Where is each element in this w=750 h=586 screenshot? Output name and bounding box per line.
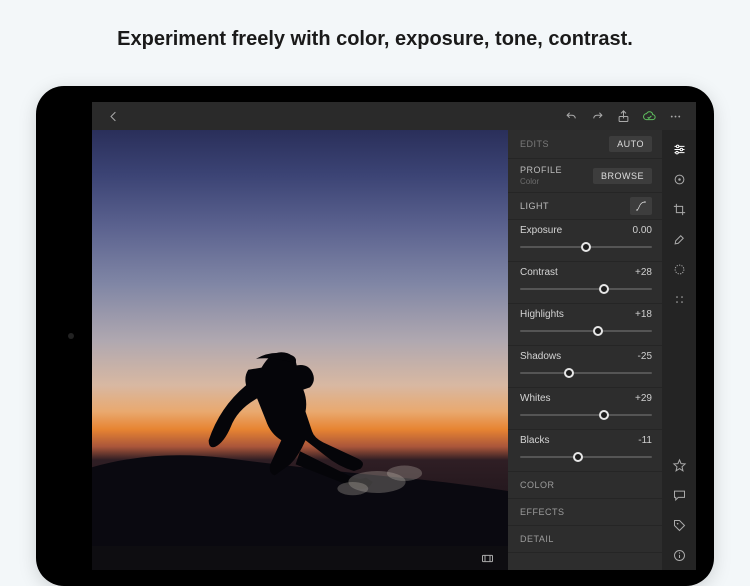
slider-shadows: Shadows -25 [508,346,662,388]
brush-tool[interactable] [666,224,692,254]
rate-tool[interactable] [666,450,692,480]
info-tool[interactable] [666,540,692,570]
edits-label: EDITS [520,139,549,149]
slider-label: Highlights [520,309,564,320]
redo-icon [590,109,605,124]
profile-row: PROFILE Color BROWSE [508,159,662,193]
photo-canvas[interactable] [92,130,508,570]
slider-contrast: Contrast +28 [508,262,662,304]
profile-label: PROFILE [520,165,562,175]
share-icon [616,109,631,124]
slider-track[interactable] [520,367,652,379]
tone-curve-icon [635,200,647,212]
adjust-tool[interactable] [666,134,692,164]
undo-icon [564,109,579,124]
slider-track[interactable] [520,283,652,295]
tool-rail [662,130,696,570]
slider-value: -11 [638,435,652,446]
slider-value: +28 [635,267,652,278]
color-section[interactable]: COLOR [508,472,662,499]
brush-icon [672,232,687,247]
slider-label: Whites [520,393,551,404]
detail-section[interactable]: DETAIL [508,526,662,553]
slider-value: +18 [635,309,652,320]
slider-label: Shadows [520,351,561,362]
back-button[interactable] [100,103,126,129]
slider-track[interactable] [520,409,652,421]
canvas-bottom-bar [92,546,508,570]
cloud-check-icon [642,109,657,124]
sync-status[interactable] [636,103,662,129]
filmstrip-toggle[interactable] [474,545,500,570]
slider-value: +29 [635,393,652,404]
comment-icon [672,488,687,503]
top-toolbar [92,102,696,130]
edits-header-row: EDITS AUTO [508,130,662,159]
slider-highlights: Highlights +18 [508,304,662,346]
slider-exposure: Exposure 0.00 [508,220,662,262]
browse-profiles-button[interactable]: BROWSE [593,168,652,184]
slider-whites: Whites +29 [508,388,662,430]
marketing-headline: Experiment freely with color, exposure, … [0,0,750,51]
light-section-header[interactable]: LIGHT [508,193,662,220]
filmstrip-icon [480,551,495,566]
slider-label: Contrast [520,267,558,278]
more-icon [668,109,683,124]
crop-tool[interactable] [666,194,692,224]
photo-silhouette [92,328,508,570]
undo-button[interactable] [558,103,584,129]
light-label: LIGHT [520,201,549,211]
slider-blacks: Blacks -11 [508,430,662,472]
slider-value: -25 [638,351,652,362]
keywords-tool[interactable] [666,510,692,540]
slider-track[interactable] [520,451,652,463]
grid-dots-icon [672,292,687,307]
redo-button[interactable] [584,103,610,129]
sliders-icon [672,142,687,157]
star-icon [672,458,687,473]
info-icon [672,548,687,563]
tablet-frame: EDITS AUTO PROFILE Color BROWSE LIGHT [36,86,714,586]
slider-track[interactable] [520,241,652,253]
edit-panel: EDITS AUTO PROFILE Color BROWSE LIGHT [508,130,662,570]
comments-tool[interactable] [666,480,692,510]
chevron-left-icon [106,109,121,124]
gradient-tool[interactable] [666,254,692,284]
share-button[interactable] [610,103,636,129]
radial-icon [672,262,687,277]
target-icon [672,172,687,187]
target-adjust-tool[interactable] [666,164,692,194]
slider-value: 0.00 [633,225,652,236]
dots-tool[interactable] [666,284,692,314]
auto-button[interactable]: AUTO [609,136,652,152]
tone-curve-button[interactable] [630,197,652,215]
slider-label: Blacks [520,435,549,446]
app-screen: EDITS AUTO PROFILE Color BROWSE LIGHT [92,102,696,570]
tag-icon [672,518,687,533]
more-button[interactable] [662,103,688,129]
slider-track[interactable] [520,325,652,337]
crop-icon [672,202,687,217]
effects-section[interactable]: EFFECTS [508,499,662,526]
profile-value: Color [520,177,562,186]
slider-label: Exposure [520,225,562,236]
